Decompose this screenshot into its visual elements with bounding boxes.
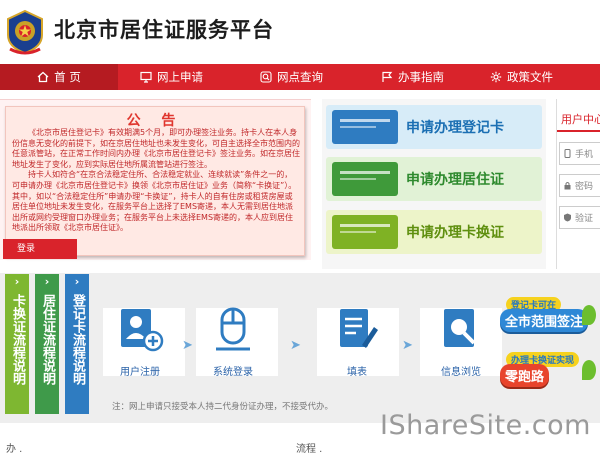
- nav-item-online-apply[interactable]: 网上申请: [140, 64, 203, 90]
- step-label: 用户注册: [120, 367, 160, 378]
- tab-registration-process[interactable]: › 登记卡流程说明: [65, 274, 89, 414]
- service-panel: 申请办理登记卡 申请办理居住证 申请办理卡换证: [322, 99, 546, 269]
- phone-placeholder: 手机: [575, 150, 594, 160]
- watermark: IShareSite.com: [380, 410, 591, 441]
- tab-label: 登记卡流程说明: [70, 294, 85, 385]
- home-icon: [37, 71, 49, 83]
- nav-item-home[interactable]: 首 页: [0, 64, 118, 90]
- monitor-icon: [140, 71, 152, 83]
- nav-item-label: 政策文件: [507, 70, 553, 84]
- shield-icon: [564, 213, 571, 222]
- tab-label: 卡换证流程说明: [10, 294, 25, 385]
- apply-registration-card-button[interactable]: 申请办理登记卡: [326, 105, 542, 149]
- notice-paragraph: 《北京市居住登记卡》有效期满5个月，即可办理签注业务。持卡人在本人身份信息无变化…: [12, 128, 300, 169]
- step-label: 信息浏览: [441, 367, 481, 378]
- nav-item-label: 办事指南: [398, 70, 444, 84]
- arrow-right-icon: ➤: [402, 338, 413, 353]
- leaf-icon: [582, 305, 596, 325]
- nav-item-policy[interactable]: 政策文件: [490, 64, 553, 90]
- id-card-icon: [332, 215, 398, 249]
- nav-item-label: 网上申请: [157, 70, 203, 84]
- chevron-right-icon: ›: [44, 275, 50, 288]
- leaf-icon: [582, 360, 596, 380]
- promo-endorsement-banner[interactable]: 登记卡可在 全市范围签注: [496, 295, 600, 343]
- apply-residence-permit-button[interactable]: 申请办理居住证: [326, 157, 542, 201]
- id-card-icon: [332, 162, 398, 196]
- login-divider: [557, 130, 600, 132]
- apply-card-exchange-button[interactable]: 申请办理卡换证: [326, 210, 542, 254]
- nav-item-guide[interactable]: 办事指南: [381, 64, 444, 90]
- notice-paragraph: 持卡人如符合“在京合法稳定住所、合法稳定就业、连续就读”条件之一的，可申请办理《…: [12, 170, 297, 233]
- notice-board: 公 告 《北京市居住登记卡》有效期满5个月，即可办理签注业务。持卡人在本人身份信…: [5, 106, 305, 256]
- user-add-icon: [121, 309, 164, 352]
- notice-body: 《北京市居住登记卡》有效期满5个月，即可办理签注业务。持卡人在本人身份信息无变化…: [12, 128, 300, 234]
- notice-title: 公 告: [126, 113, 184, 129]
- step-system-login: 系统登录: [196, 305, 270, 378]
- lock-icon: [564, 182, 571, 190]
- phone-icon: [564, 149, 571, 158]
- flag-icon: [382, 71, 393, 82]
- nav-item-branch-query[interactable]: 网点查询: [260, 64, 323, 90]
- mouse-icon: [216, 307, 250, 351]
- login-button[interactable]: 登录: [3, 239, 77, 259]
- service-label: 申请办理卡换证: [406, 225, 504, 241]
- captcha-placeholder: 验证: [575, 214, 594, 224]
- chevron-right-icon: ›: [14, 275, 20, 288]
- step-label: 系统登录: [213, 367, 253, 378]
- step-user-register: 用户注册: [103, 305, 177, 378]
- promo-headline: 全市范围签注: [500, 309, 589, 332]
- bottom-heading-mid: 流程 .: [296, 444, 323, 455]
- promo-headline: 零跑路: [500, 364, 550, 387]
- promo-zero-trip-banner[interactable]: 办理卡换证实现 零跑路: [496, 350, 600, 398]
- tab-card-exchange-process[interactable]: › 卡换证流程说明: [5, 274, 29, 414]
- password-input[interactable]: 密码: [559, 174, 600, 197]
- police-emblem-icon: [4, 9, 46, 55]
- arrow-right-icon: ➤: [182, 338, 193, 353]
- document-search-icon: [444, 309, 476, 347]
- step-browse-info: 信息浏览: [424, 305, 498, 378]
- search-icon: [260, 71, 272, 83]
- bottom-heading-left: 办 .: [6, 444, 23, 455]
- form-edit-icon: [340, 309, 378, 348]
- tab-residence-process[interactable]: › 居住证流程说明: [35, 274, 59, 414]
- arrow-right-icon: ➤: [290, 338, 301, 353]
- step-fill-form: 填表: [320, 305, 394, 378]
- phone-input[interactable]: 手机: [559, 142, 600, 165]
- nav-item-label: 网点查询: [277, 70, 323, 84]
- service-label: 申请办理居住证: [406, 172, 504, 188]
- step-label: 填表: [347, 367, 367, 378]
- process-note: 注：网上申请只接受本人持二代身份证办理，不接受代办。: [112, 402, 334, 412]
- site-title: 北京市居住证服务平台: [54, 18, 274, 42]
- password-placeholder: 密码: [575, 182, 594, 192]
- login-title: 用户中心: [561, 113, 600, 126]
- tab-label: 居住证流程说明: [40, 294, 55, 385]
- gear-icon: [490, 71, 502, 83]
- id-card-icon: [332, 110, 398, 144]
- service-label: 申请办理登记卡: [406, 120, 504, 136]
- nav-item-label: 首 页: [54, 70, 81, 84]
- chevron-right-icon: ›: [74, 275, 80, 288]
- captcha-input[interactable]: 验证: [559, 206, 600, 229]
- main-nav: 首 页 网上申请 网点查询 办事指南 政策文件: [0, 64, 600, 90]
